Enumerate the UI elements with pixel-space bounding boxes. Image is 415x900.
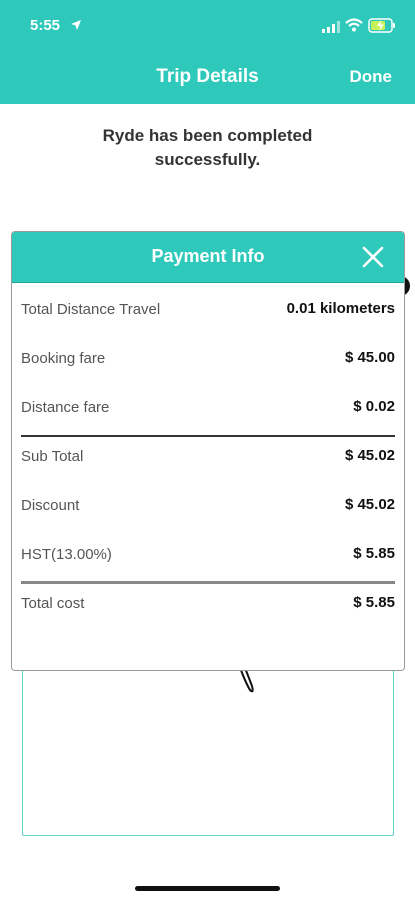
row-label: Total Distance Travel [21,301,161,318]
payment-info-modal: Payment Info Total Distance Travel 0.01 … [11,231,405,671]
screen: 5:55 Trip Details Done Ryde has been com… [0,0,415,900]
home-indicator[interactable] [135,886,280,891]
row-total-distance: Total Distance Travel 0.01 kilometers [12,283,404,332]
battery-charging-icon [368,18,395,33]
status-time: 5:55 [30,17,61,34]
row-discount: Discount $ 45.02 [12,479,404,528]
row-distance-fare: Distance fare $ 0.02 [12,381,404,430]
row-booking-fare: Booking fare $ 45.00 [12,332,404,381]
row-value: $ 0.02 [353,398,395,415]
row-label: Sub Total [21,448,84,465]
row-label: HST(13.00%) [21,546,112,563]
location-arrow-icon [71,20,81,30]
row-value: $ 5.85 [353,594,395,611]
done-button[interactable]: Done [350,67,393,87]
row-total-cost: Total cost $ 5.85 [12,577,404,626]
row-label: Booking fare [21,350,106,367]
row-hst: HST(13.00%) $ 5.85 [12,528,404,577]
row-sub-total: Sub Total $ 45.02 [12,430,404,479]
row-label: Distance fare [21,399,110,416]
modal-title: Payment Info [151,246,265,266]
row-value: $ 45.00 [344,349,395,366]
row-label: Discount [21,497,80,514]
completion-message: Ryde has been completed successfully. [102,126,313,169]
row-value: 0.01 kilometers [286,300,395,317]
row-label: Total cost [21,595,85,612]
payment-rows: Total Distance Travel 0.01 kilometers Bo… [12,283,404,626]
close-icon[interactable] [360,244,386,270]
header: 5:55 Trip Details Done [0,0,415,104]
row-value: $ 45.02 [344,496,395,513]
row-value: $ 5.85 [353,545,395,562]
signal-icon [322,21,340,33]
modal-header: Payment Info [12,232,404,283]
row-value: $ 45.02 [344,447,395,464]
wifi-icon [345,18,363,32]
